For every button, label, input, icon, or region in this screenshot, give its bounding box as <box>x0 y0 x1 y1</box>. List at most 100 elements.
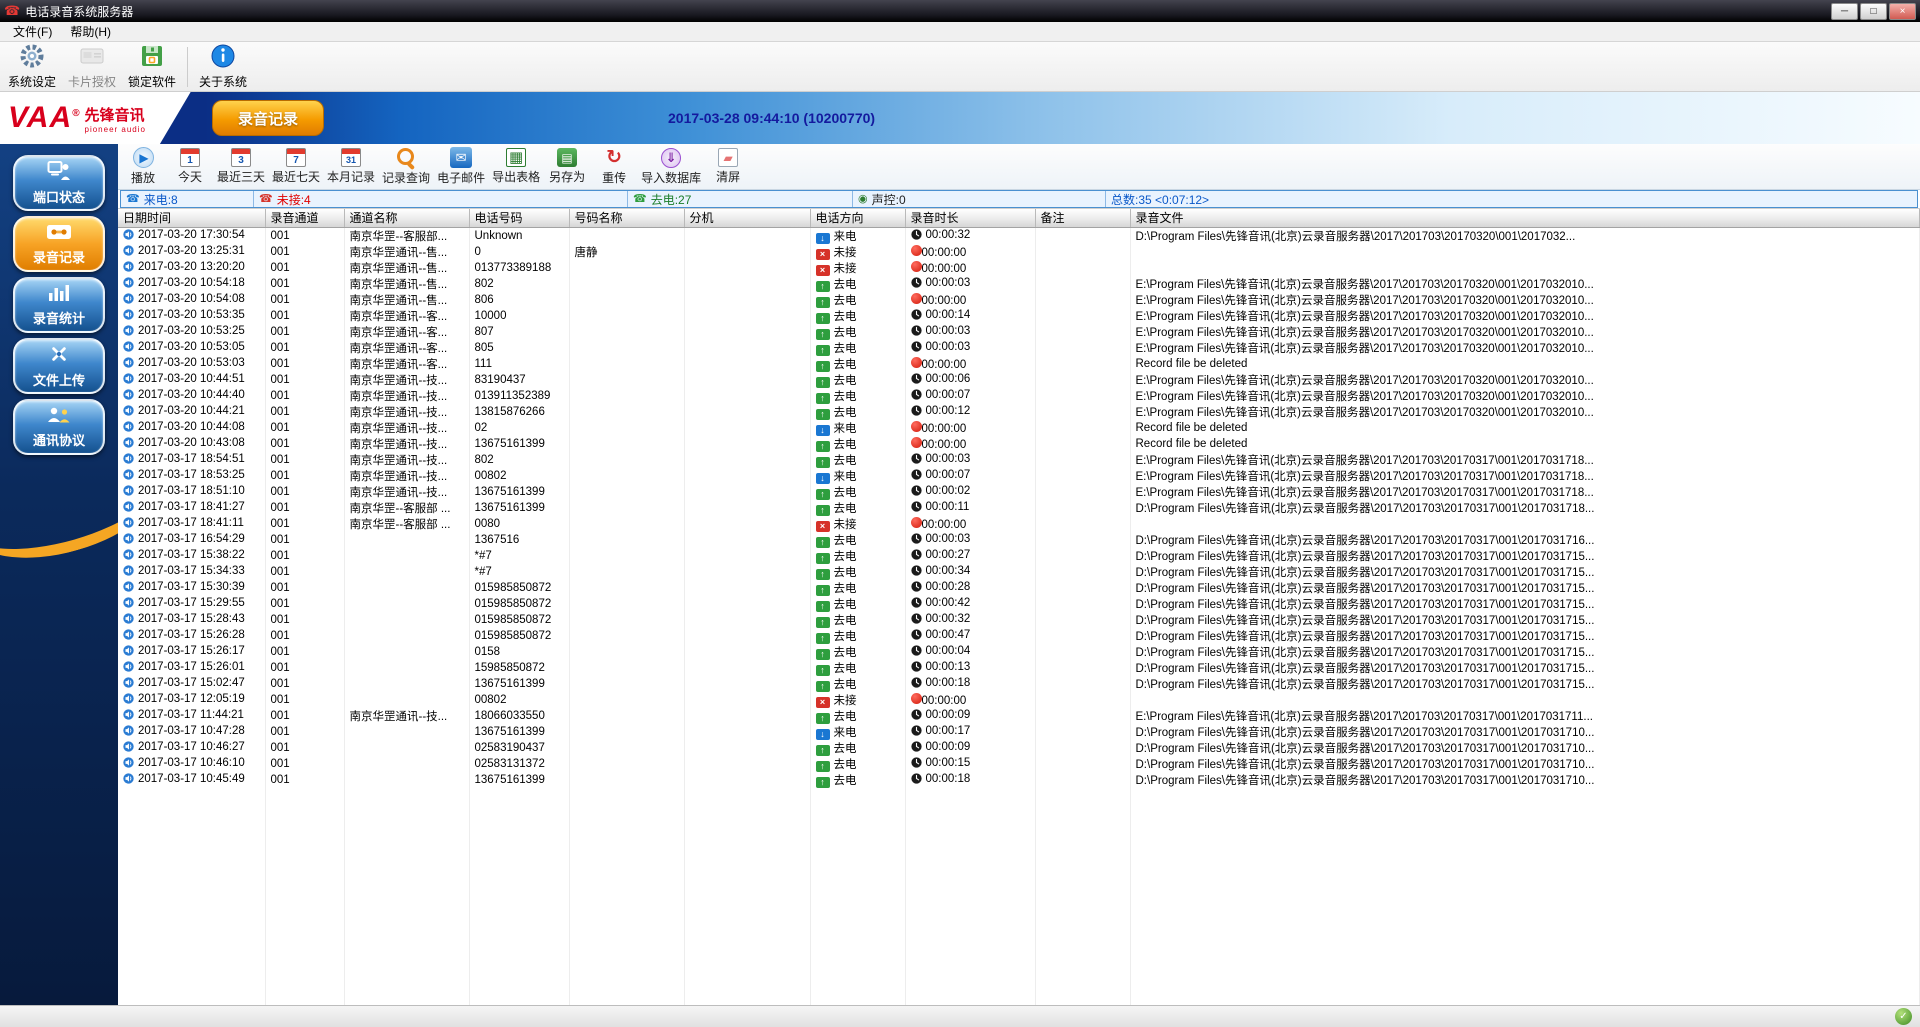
audio-record-icon <box>123 452 134 467</box>
record-row[interactable]: 2017-03-17 15:02:47 001 13675161399 ↑ 去电 00:0… <box>118 675 1920 692</box>
audio-record-icon <box>123 516 134 531</box>
record-row[interactable]: 2017-03-20 10:44:08 001 南京华罡通讯--技... 02 ↓ 来电 0… <box>118 419 1920 436</box>
menu-file[interactable]: 文件(F) <box>4 21 61 42</box>
record-row[interactable]: 2017-03-17 18:54:51 001 南京华罡通讯--技... 802 ↑ 去电… <box>118 451 1920 468</box>
minimize-button[interactable]: ─ <box>1831 2 1858 20</box>
call-direction-icon: ↑ <box>815 488 830 500</box>
call-direction-icon: × <box>815 520 830 532</box>
record-query-button[interactable]: 记录查询 <box>379 146 433 188</box>
voice-control-icon: ◉ <box>858 192 868 205</box>
record-row[interactable]: 2017-03-20 10:44:40 001 南京华罡通讯--技... 013911… <box>118 387 1920 404</box>
record-row[interactable]: 2017-03-17 18:53:25 001 南京华罡通讯--技... 00802 ↓… <box>118 467 1920 484</box>
record-row[interactable]: 2017-03-17 10:47:28 001 13675161399 ↓ 来电 00:0… <box>118 723 1920 740</box>
record-row[interactable]: 2017-03-17 15:26:17 001 0158 ↑ 去电 00:00:04 D:\… <box>118 643 1920 660</box>
save-as-button[interactable]: 另存为 <box>544 146 590 188</box>
audio-record-icon <box>123 548 134 563</box>
record-row[interactable]: 2017-03-17 15:26:28 001 015985850872 ↑ 去电 00:… <box>118 627 1920 644</box>
records-grid[interactable]: 日期时间 录音通道 通道名称 电话号码 号码名称 分机 电话方向 录音时长 备注… <box>118 208 1920 1005</box>
about-system-button[interactable]: 关于系统 <box>195 44 251 90</box>
logo-subtitle: pioneer audio <box>84 125 146 134</box>
call-direction-icon: ↓ <box>815 472 830 484</box>
today-button[interactable]: 今天 <box>167 146 213 188</box>
record-row[interactable]: 2017-03-17 16:54:29 001 1367516 ↑ 去电 00:00:03… <box>118 531 1920 548</box>
record-row[interactable]: 2017-03-20 10:44:21 001 南京华罡通讯--技... 138158… <box>118 403 1920 420</box>
record-row[interactable]: 2017-03-17 15:38:22 001 *#7 ↑ 去电 00:00:27 D:\P… <box>118 547 1920 564</box>
card-authorize-button[interactable]: 卡片授权 <box>64 44 120 90</box>
record-row[interactable]: 2017-03-20 10:54:18 001 南京华罡通讯--售... 802 ↑ 去电… <box>118 275 1920 292</box>
call-direction-icon: ↑ <box>815 552 830 564</box>
export-table-button[interactable]: 导出表格 <box>489 146 543 188</box>
record-row[interactable]: 2017-03-20 10:53:35 001 南京华罡通讯--客... 10000 ↑… <box>118 307 1920 324</box>
audio-record-icon <box>123 244 134 259</box>
month-records-button[interactable]: 本月记录 <box>324 146 378 188</box>
record-row[interactable]: 2017-03-20 10:43:08 001 南京华罡通讯--技... 136751… <box>118 435 1920 452</box>
clock-icon <box>910 276 922 291</box>
call-direction-icon: ↑ <box>815 616 830 628</box>
record-row[interactable]: 2017-03-20 10:53:05 001 南京华罡通讯--客... 805 ↑ 去电… <box>118 339 1920 356</box>
clock-icon <box>910 228 922 243</box>
audio-record-icon <box>123 420 134 435</box>
outgoing-phone-icon: ☎ <box>633 192 647 205</box>
lock-software-button[interactable]: 锁定软件 <box>124 44 180 90</box>
tray-status-icon[interactable]: ✓ <box>1895 1008 1912 1025</box>
clear-screen-button[interactable]: 清屏 <box>705 146 751 188</box>
record-row[interactable]: 2017-03-20 10:53:03 001 南京华罡通讯--客... 111 ↑ 去电… <box>118 355 1920 372</box>
last-3-days-button[interactable]: 最近三天 <box>214 146 268 188</box>
record-row[interactable]: 2017-03-17 18:51:10 001 南京华罡通讯--技... 136751… <box>118 483 1920 500</box>
record-row[interactable]: 2017-03-17 10:45:49 001 13675161399 ↑ 去电 00:0… <box>118 771 1920 788</box>
record-row[interactable]: 2017-03-20 17:30:54 001 南京华罡--客服部... Unknow… <box>118 227 1920 244</box>
system-settings-button[interactable]: 系统设定 <box>4 44 60 90</box>
record-row[interactable]: 2017-03-17 15:26:01 001 15985850872 ↑ 去电 00:0… <box>118 659 1920 676</box>
sidebar-item-file-upload[interactable]: 文件上传 <box>13 338 105 394</box>
window-title: 电话录音系统服务器 <box>25 4 134 19</box>
last-7-days-button[interactable]: 最近七天 <box>269 146 323 188</box>
record-row[interactable]: 2017-03-17 10:46:27 001 02583190437 ↑ 去电 00:0… <box>118 739 1920 756</box>
record-row[interactable]: 2017-03-17 11:44:21 001 南京华罡通讯--技... 180660… <box>118 707 1920 724</box>
record-row[interactable]: 2017-03-20 10:54:08 001 南京华罡通讯--售... 806 ↑ 去电… <box>118 291 1920 308</box>
audio-record-icon <box>123 260 134 275</box>
record-row[interactable]: 2017-03-17 15:29:55 001 015985850872 ↑ 去电 00:… <box>118 595 1920 612</box>
sidebar-item-port-status[interactable]: 端口状态 <box>13 155 105 211</box>
titlebar[interactable]: ☎ 电话录音系统服务器 ─ □ × <box>0 0 1920 22</box>
audio-record-icon <box>123 372 134 387</box>
play-button[interactable]: 播放 <box>120 146 166 188</box>
import-database-button[interactable]: 导入数据库 <box>638 146 704 188</box>
record-row[interactable]: 2017-03-17 10:46:10 001 02583131372 ↑ 去电 00:0… <box>118 755 1920 772</box>
col-extension[interactable]: 分机 <box>684 209 811 228</box>
col-number-name[interactable]: 号码名称 <box>569 209 685 228</box>
col-datetime[interactable]: 日期时间 <box>118 209 266 228</box>
audio-record-icon <box>123 436 134 451</box>
call-direction-icon: × <box>815 264 830 276</box>
menu-help[interactable]: 帮助(H) <box>61 21 120 42</box>
retransmit-button[interactable]: 重传 <box>591 146 637 188</box>
record-row[interactable]: 2017-03-20 13:25:31 001 南京华罡通讯--售... 0 唐静 × 未接… <box>118 243 1920 260</box>
col-phone-number[interactable]: 电话号码 <box>469 209 570 228</box>
col-direction[interactable]: 电话方向 <box>810 209 906 228</box>
record-row[interactable]: 2017-03-17 15:28:43 001 015985850872 ↑ 去电 00:… <box>118 611 1920 628</box>
email-button[interactable]: 电子邮件 <box>434 146 488 188</box>
maximize-button[interactable]: □ <box>1860 2 1887 20</box>
record-row[interactable]: 2017-03-20 13:20:20 001 南京华罡通讯--售... 013773… <box>118 259 1920 276</box>
call-direction-icon: ↑ <box>815 568 830 580</box>
col-note[interactable]: 备注 <box>1035 209 1131 228</box>
close-button[interactable]: × <box>1889 2 1916 20</box>
record-row[interactable]: 2017-03-17 12:05:19 001 00802 × 未接 00:00:00 <box>118 691 1920 708</box>
call-direction-icon: ↑ <box>815 600 830 612</box>
sidebar-item-recording-stats[interactable]: 录音统计 <box>13 277 105 333</box>
record-row[interactable]: 2017-03-17 15:30:39 001 015985850872 ↑ 去电 00:… <box>118 579 1920 596</box>
record-row[interactable]: 2017-03-17 18:41:11 001 南京华罡--客服部 ... 0080 ×… <box>118 515 1920 532</box>
record-row[interactable]: 2017-03-20 10:44:51 001 南京华罡通讯--技... 831904… <box>118 371 1920 388</box>
record-row[interactable]: 2017-03-17 15:34:33 001 *#7 ↑ 去电 00:00:34 D:\P… <box>118 563 1920 580</box>
col-channel-name[interactable]: 通道名称 <box>344 209 470 228</box>
sidebar-item-recording-records[interactable]: 录音记录 <box>13 216 105 272</box>
sidebar-item-protocol[interactable]: 通讯协议 <box>13 399 105 455</box>
col-channel[interactable]: 录音通道 <box>265 209 345 228</box>
audio-record-icon <box>123 596 134 611</box>
page-title-tab: 录音记录 <box>212 100 324 136</box>
clock-icon <box>910 708 922 723</box>
record-row[interactable]: 2017-03-17 18:41:27 001 南京华罡--客服部 ... 13675… <box>118 499 1920 516</box>
col-duration[interactable]: 录音时长 <box>905 209 1036 228</box>
col-recording-file[interactable]: 录音文件 <box>1130 209 1920 228</box>
audio-record-icon <box>123 724 134 739</box>
record-row[interactable]: 2017-03-20 10:53:25 001 南京华罡通讯--客... 807 ↑ 去电… <box>118 323 1920 340</box>
